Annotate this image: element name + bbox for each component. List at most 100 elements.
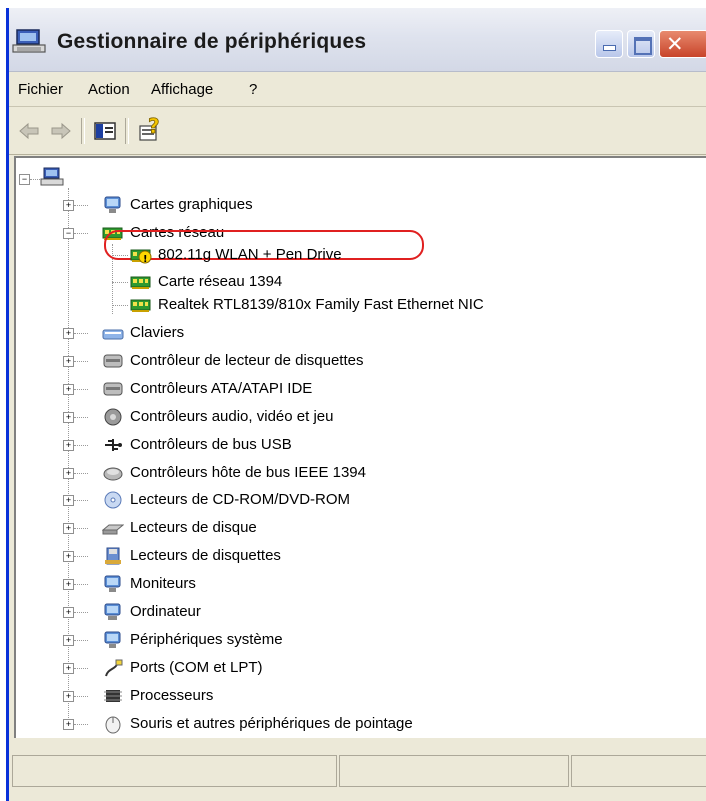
tree-item-label: Contrôleur de lecteur de disquettes xyxy=(130,352,364,369)
mouse-icon xyxy=(105,716,121,734)
tree-item-label: Moniteurs xyxy=(130,575,196,592)
tree-item-label: Contrôleurs de bus USB xyxy=(130,436,292,453)
tree-item-label: Lecteurs de disque xyxy=(130,519,257,536)
svg-text:?: ? xyxy=(148,117,160,138)
menu-aide[interactable]: ? xyxy=(249,81,257,98)
cartes-reseau-collapse-toggle[interactable]: − xyxy=(63,228,74,239)
tree-connector xyxy=(74,724,88,726)
toolbar-separator xyxy=(125,118,129,144)
category-expand-toggle[interactable]: + xyxy=(63,523,74,534)
maximize-button[interactable] xyxy=(627,30,655,58)
status-pane-main xyxy=(12,755,337,787)
cartes-graphiques-expand-toggle[interactable]: + xyxy=(63,200,74,211)
category-expand-toggle[interactable]: + xyxy=(63,579,74,590)
tree-connector xyxy=(74,612,88,614)
root-collapse-toggle[interactable]: − xyxy=(19,174,30,185)
tree-connector xyxy=(74,389,88,391)
tree-connector xyxy=(68,188,70,728)
network-card-warning-icon: ! xyxy=(130,249,152,265)
tree-item-label: Souris et autres périphériques de pointa… xyxy=(130,715,413,732)
category-expand-toggle[interactable]: + xyxy=(63,551,74,562)
category-expand-toggle[interactable]: + xyxy=(63,468,74,479)
tree-connector xyxy=(74,528,88,530)
tree-item-label: Lecteurs de CD-ROM/DVD-ROM xyxy=(130,491,351,508)
toolbar: ? xyxy=(9,108,706,155)
category-expand-toggle[interactable]: + xyxy=(63,663,74,674)
category-expand-toggle[interactable]: + xyxy=(63,719,74,730)
tree-item-label: Contrôleurs hôte de bus IEEE 1394 xyxy=(130,464,366,481)
device-manager-window: Gestionnaire de périphériques Fichier Ac… xyxy=(6,8,706,801)
disk-drive-icon xyxy=(102,524,124,535)
tree-connector xyxy=(74,361,88,363)
category-expand-toggle[interactable]: + xyxy=(63,384,74,395)
tree-item-label: Claviers xyxy=(130,324,185,341)
minimize-button[interactable] xyxy=(595,30,623,58)
tree-item-label: Périphériques système xyxy=(130,631,283,648)
menu-fichier[interactable]: Fichier xyxy=(18,81,63,98)
tree-connector xyxy=(74,445,88,447)
keyboard-icon xyxy=(102,329,124,340)
tree-connector xyxy=(112,305,128,307)
menu-bar: Fichier Action Affichage ? xyxy=(9,72,706,107)
window-title: Gestionnaire de périphériques xyxy=(57,30,367,53)
menu-action[interactable]: Action xyxy=(88,81,130,98)
tree-connector xyxy=(74,556,88,558)
floppy-icon xyxy=(105,547,121,565)
tree-item-label: 802.11g WLAN + Pen Drive xyxy=(158,246,342,263)
system-device-icon xyxy=(104,631,121,648)
status-pane-middle xyxy=(339,755,569,787)
device-tree: − + Cartes graphiques − Cartes réseau ! … xyxy=(14,156,706,738)
network-card-icon xyxy=(130,299,151,312)
svg-text:!: ! xyxy=(143,254,148,265)
tree-item-label: Ordinateur xyxy=(130,603,201,620)
tree-item-label: Ports (COM et LPT) xyxy=(130,659,263,676)
tree-connector xyxy=(74,417,88,419)
tree-connector xyxy=(30,179,40,181)
category-expand-toggle[interactable]: + xyxy=(63,635,74,646)
cdrom-icon xyxy=(104,491,122,509)
tree-connector xyxy=(74,696,88,698)
help-icon[interactable]: ? xyxy=(137,117,163,143)
tree-connector xyxy=(74,668,88,670)
tree-connector xyxy=(74,473,88,475)
tree-connector xyxy=(74,333,88,335)
tree-item-label: Carte réseau 1394 xyxy=(158,273,283,290)
tree-connector xyxy=(74,500,88,502)
close-button[interactable] xyxy=(659,30,706,58)
ieee1394-icon xyxy=(103,467,123,481)
console-tree-icon[interactable] xyxy=(93,120,117,142)
tree-item-label: Realtek RTL8139/810x Family Fast Etherne… xyxy=(158,296,484,313)
tree-item-label: Contrôleurs audio, vidéo et jeu xyxy=(130,408,334,425)
tree-connector xyxy=(112,255,128,257)
tree-connector xyxy=(74,233,88,235)
processor-icon xyxy=(104,690,122,702)
network-card-icon xyxy=(130,276,151,289)
status-bar xyxy=(9,743,706,801)
tree-item-label: Cartes graphiques xyxy=(130,196,253,213)
category-expand-toggle[interactable]: + xyxy=(63,356,74,367)
display-adapter-icon xyxy=(104,196,121,213)
computer-small-icon xyxy=(104,603,121,620)
category-expand-toggle[interactable]: + xyxy=(63,607,74,618)
tree-connector xyxy=(74,584,88,586)
forward-arrow-icon[interactable] xyxy=(49,120,73,142)
port-icon xyxy=(105,659,123,677)
computer-icon[interactable] xyxy=(40,166,64,188)
tree-connector xyxy=(74,640,88,642)
tree-connector xyxy=(74,205,88,207)
monitor-icon xyxy=(104,575,121,592)
category-expand-toggle[interactable]: + xyxy=(63,412,74,423)
category-expand-toggle[interactable]: + xyxy=(63,691,74,702)
category-expand-toggle[interactable]: + xyxy=(63,440,74,451)
category-expand-toggle[interactable]: + xyxy=(63,495,74,506)
tree-item-label: Contrôleurs ATA/ATAPI IDE xyxy=(130,380,313,397)
back-arrow-icon[interactable] xyxy=(17,120,41,142)
device-manager-icon xyxy=(12,29,46,53)
usb-icon xyxy=(105,439,122,451)
controller-icon xyxy=(103,382,123,396)
category-expand-toggle[interactable]: + xyxy=(63,328,74,339)
controller-icon xyxy=(103,354,123,368)
menu-affichage[interactable]: Affichage xyxy=(151,81,213,98)
title-bar[interactable]: Gestionnaire de périphériques xyxy=(9,8,706,72)
toolbar-separator xyxy=(81,118,85,144)
